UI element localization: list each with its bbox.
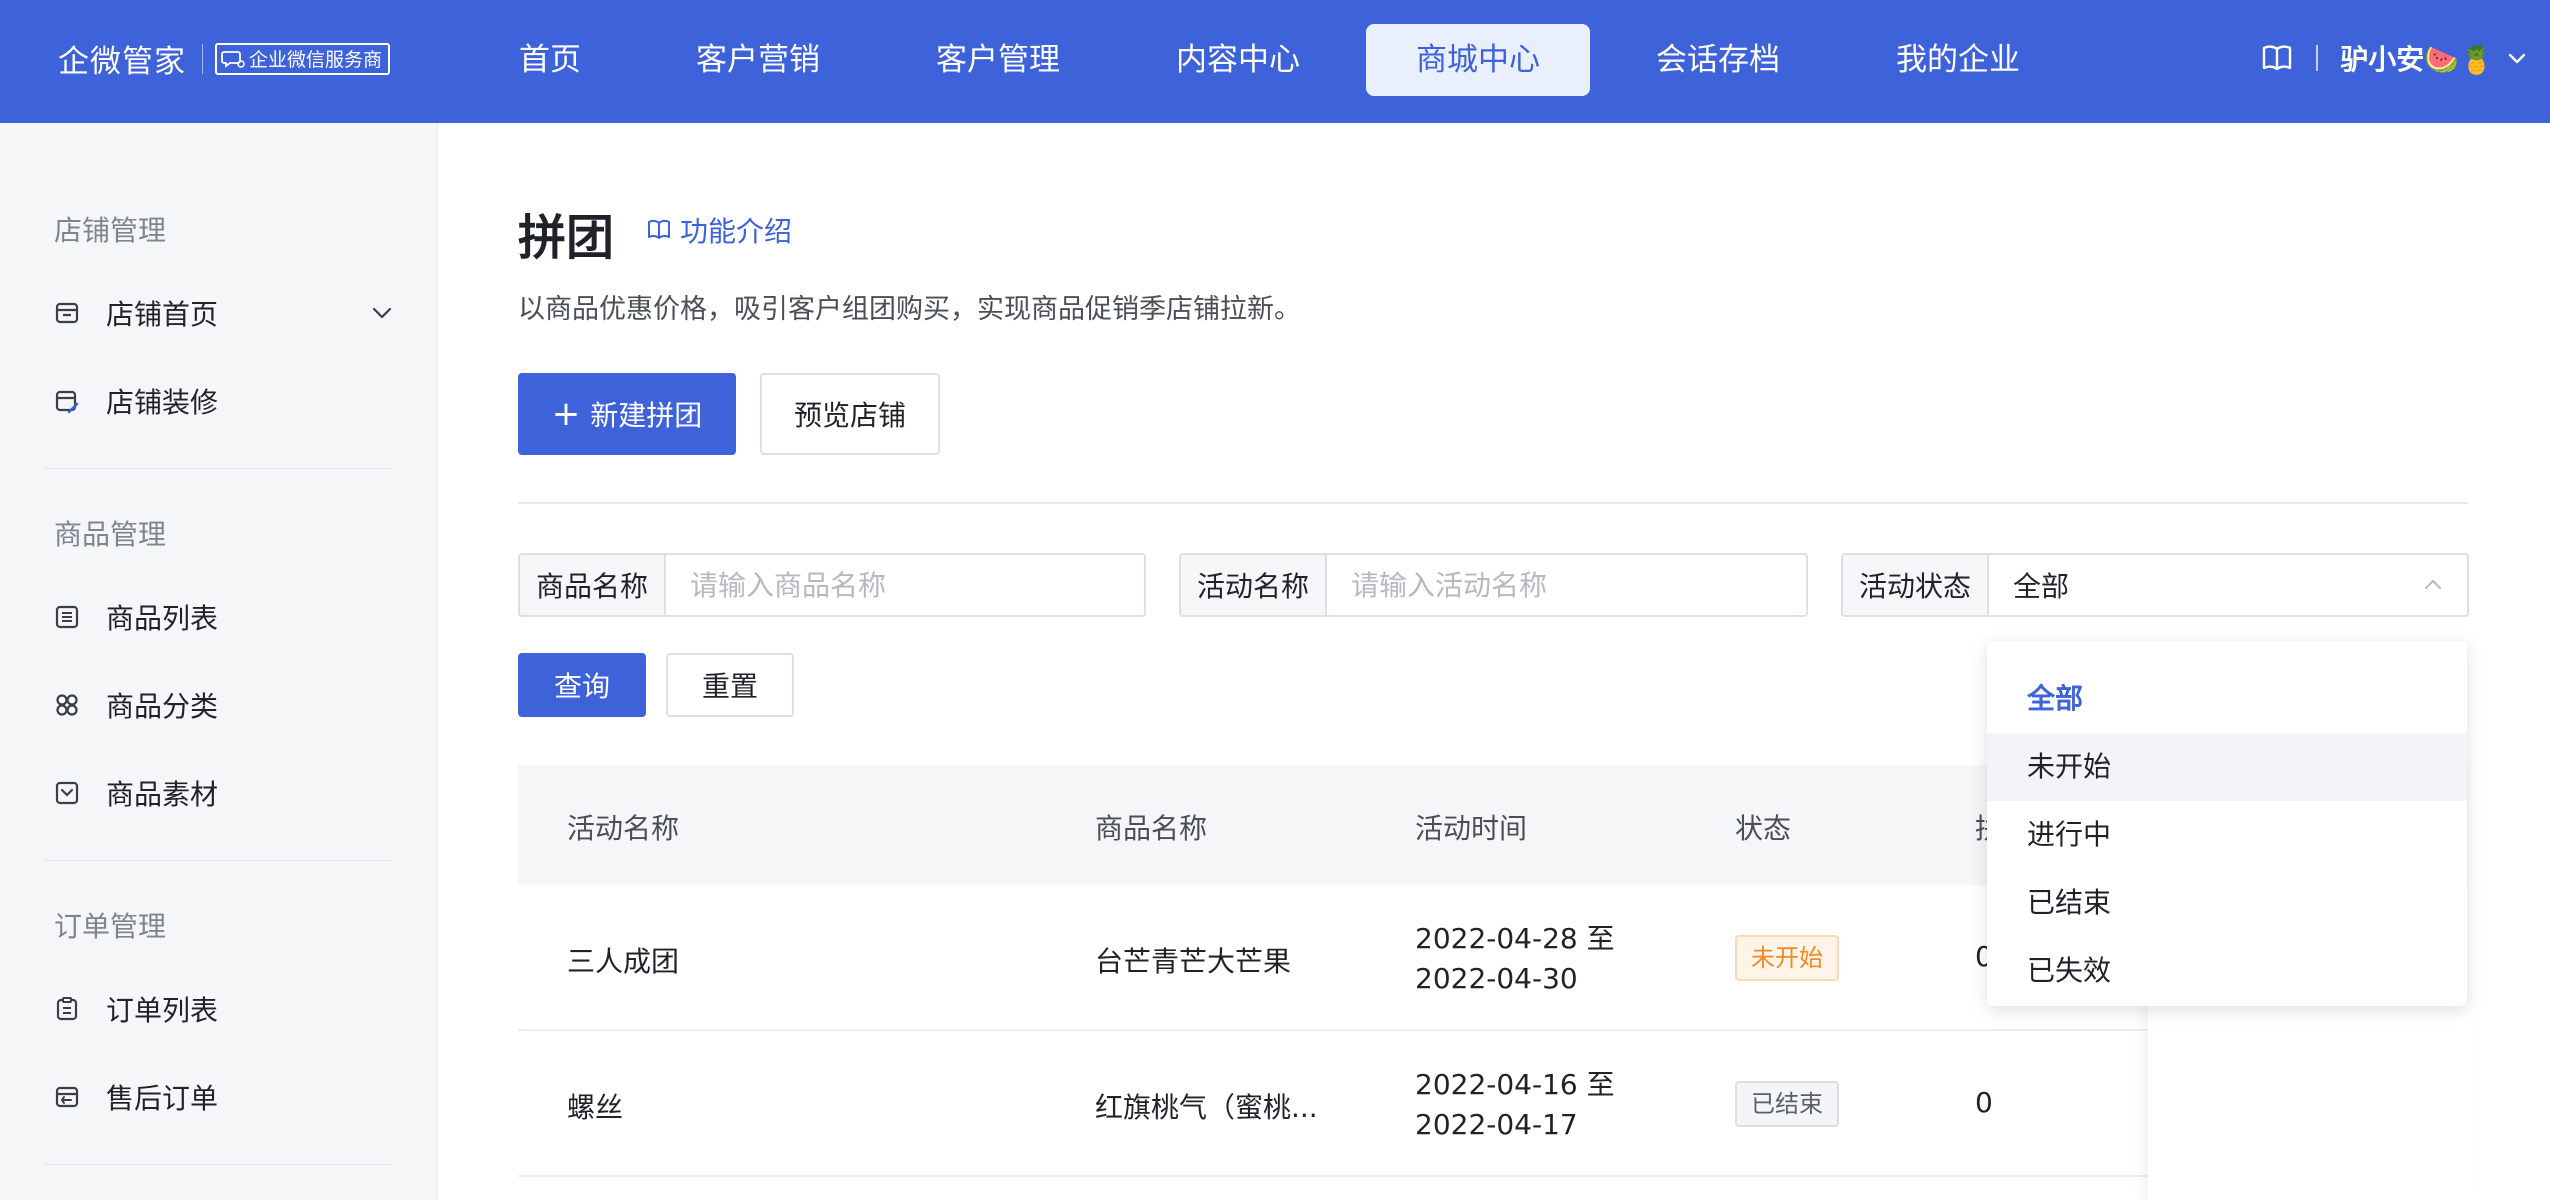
sidebar-item-store-home[interactable]: 店铺首页 [54, 293, 394, 333]
row-time-start: 2022-04-28 至 [1415, 922, 1615, 955]
section-divider [518, 502, 2468, 504]
category-icon [56, 694, 78, 716]
status-option-all[interactable]: 全部 [1987, 665, 2467, 733]
nav-chat-archive[interactable]: 会话存档 [1638, 24, 1798, 96]
sidebar-group-store: 店铺管理 [54, 214, 167, 247]
sidebar-item-label: 售后订单 [106, 1082, 219, 1115]
activity-status-filter: 活动状态 全部 [1841, 553, 2469, 617]
new-group-buy-button[interactable]: + 新建拼团 [518, 373, 736, 455]
sidebar-item-after-sales[interactable]: 售后订单 [54, 1077, 394, 1117]
table-fixed-column-shadow [2148, 1000, 2478, 1200]
chevron-down-icon[interactable] [370, 301, 394, 325]
sidebar-item-label: 店铺首页 [106, 298, 219, 331]
activity-name-input[interactable] [1327, 555, 1806, 615]
column-header-activity-name: 活动名称 [567, 812, 680, 845]
sidebar-item-store-decor[interactable]: 店铺装修 [54, 381, 394, 421]
activity-name-filter: 活动名称 [1179, 553, 1808, 617]
store-decor-icon [55, 390, 79, 414]
reset-button[interactable]: 重置 [666, 653, 794, 717]
status-badge: 已结束 [1735, 1081, 1839, 1127]
page-title: 拼团 [518, 210, 615, 266]
page-description: 以商品优惠价格，吸引客户组团购买，实现商品促销季店铺拉新。 [518, 294, 1301, 325]
activity-status-select[interactable]: 全部 [1989, 555, 2467, 615]
query-button[interactable]: 查询 [518, 653, 646, 717]
row-activity-name: 螺丝 [567, 1091, 624, 1124]
row-product-name: 红旗桃气（蜜桃... [1095, 1091, 1318, 1124]
book-icon [648, 219, 670, 239]
activity-status-value: 全部 [2013, 570, 2070, 603]
plus-icon: + [551, 394, 581, 434]
sidebar-item-label: 商品素材 [106, 778, 219, 811]
brand-logo[interactable]: 企微管家 企业微信服务商 [58, 36, 391, 81]
row-activity-time: 2022-04-28 至 2022-04-30 [1415, 919, 1615, 999]
row-time-end: 2022-04-17 [1415, 1108, 1578, 1141]
sidebar-divider [44, 860, 390, 861]
sidebar-item-label: 店铺装修 [106, 386, 219, 419]
top-navbar: 企微管家 企业微信服务商 首页 客户营销 客户管理 内容中心 商城中心 会话存档… [0, 0, 2550, 123]
sidebar-item-order-list[interactable]: 订单列表 [54, 989, 394, 1029]
status-option-ended[interactable]: 已结束 [1987, 869, 2467, 937]
status-badge: 未开始 [1735, 935, 1839, 981]
row-time-start: 2022-04-16 至 [1415, 1068, 1615, 1101]
brand-badge-text: 企业微信服务商 [249, 49, 383, 71]
book-icon[interactable] [2260, 41, 2294, 75]
nav-customer-marketing[interactable]: 客户营销 [678, 24, 838, 96]
nav-content-center[interactable]: 内容中心 [1158, 24, 1318, 96]
after-sales-icon [55, 1086, 79, 1108]
sidebar-group-orders: 订单管理 [54, 910, 167, 943]
product-name-filter: 商品名称 [518, 553, 1146, 617]
sidebar-item-label: 商品分类 [106, 690, 219, 723]
list-icon [55, 605, 79, 629]
sidebar-item-product-category[interactable]: 商品分类 [54, 685, 394, 725]
product-name-input[interactable] [666, 555, 1144, 615]
feature-intro-label: 功能介绍 [680, 215, 793, 248]
nav-customer-management[interactable]: 客户管理 [918, 24, 1078, 96]
sidebar-item-product-list[interactable]: 商品列表 [54, 597, 394, 637]
chevron-down-icon[interactable] [2506, 47, 2528, 69]
sidebar-item-label: 商品列表 [106, 602, 219, 635]
row-activity-name: 三人成团 [567, 945, 680, 978]
sidebar-divider [44, 1164, 390, 1165]
sidebar-item-label: 订单列表 [106, 994, 219, 1027]
chevron-up-icon [2425, 580, 2441, 589]
nav-mall-center[interactable]: 商城中心 [1366, 24, 1590, 96]
nav-my-enterprise[interactable]: 我的企业 [1878, 24, 2038, 96]
material-icon [55, 781, 79, 805]
user-name[interactable]: 驴小安🍉🍍 [2340, 38, 2494, 78]
activity-name-label: 活动名称 [1181, 555, 1328, 615]
row-product-name: 台芒青芒大芒果 [1095, 945, 1292, 978]
wecom-chat-icon [221, 50, 245, 68]
top-right-area: 驴小安🍉🍍 [2260, 38, 2528, 78]
sidebar-group-products: 商品管理 [54, 518, 167, 551]
brand-name: 企微管家 [58, 44, 186, 80]
store-icon [55, 302, 79, 324]
new-group-buy-label: 新建拼团 [590, 399, 703, 432]
status-option-not-started[interactable]: 未开始 [1987, 733, 2467, 801]
status-option-in-progress[interactable]: 进行中 [1987, 801, 2467, 869]
brand-divider [202, 43, 203, 74]
feature-intro-link[interactable]: 功能介绍 [646, 210, 792, 250]
row-activity-time: 2022-04-16 至 2022-04-17 [1415, 1065, 1615, 1145]
product-name-label: 商品名称 [520, 555, 667, 615]
preview-store-button[interactable]: 预览店铺 [760, 373, 940, 455]
clipboard-icon [56, 997, 78, 1021]
status-option-expired[interactable]: 已失效 [1987, 937, 2467, 1005]
sidebar-item-product-material[interactable]: 商品素材 [54, 773, 394, 813]
top-right-divider [2316, 45, 2319, 71]
activity-status-label: 活动状态 [1843, 555, 1990, 615]
row-count: 0 [1975, 1086, 1993, 1119]
sidebar-divider [44, 468, 390, 469]
status-dropdown-menu: 全部 未开始 进行中 已结束 已失效 [1987, 641, 2467, 1006]
column-header-status: 状态 [1735, 812, 1792, 845]
row-time-end: 2022-04-30 [1415, 962, 1578, 995]
column-header-activity-time: 活动时间 [1415, 812, 1528, 845]
sidebar: 店铺管理 店铺首页 店铺装修 商品管理 商品列表 商品分类 商品素材 订单管理 … [0, 123, 438, 1200]
column-header-product-name: 商品名称 [1095, 812, 1208, 845]
brand-badge: 企业微信服务商 [215, 42, 391, 75]
nav-home[interactable]: 首页 [500, 24, 600, 96]
